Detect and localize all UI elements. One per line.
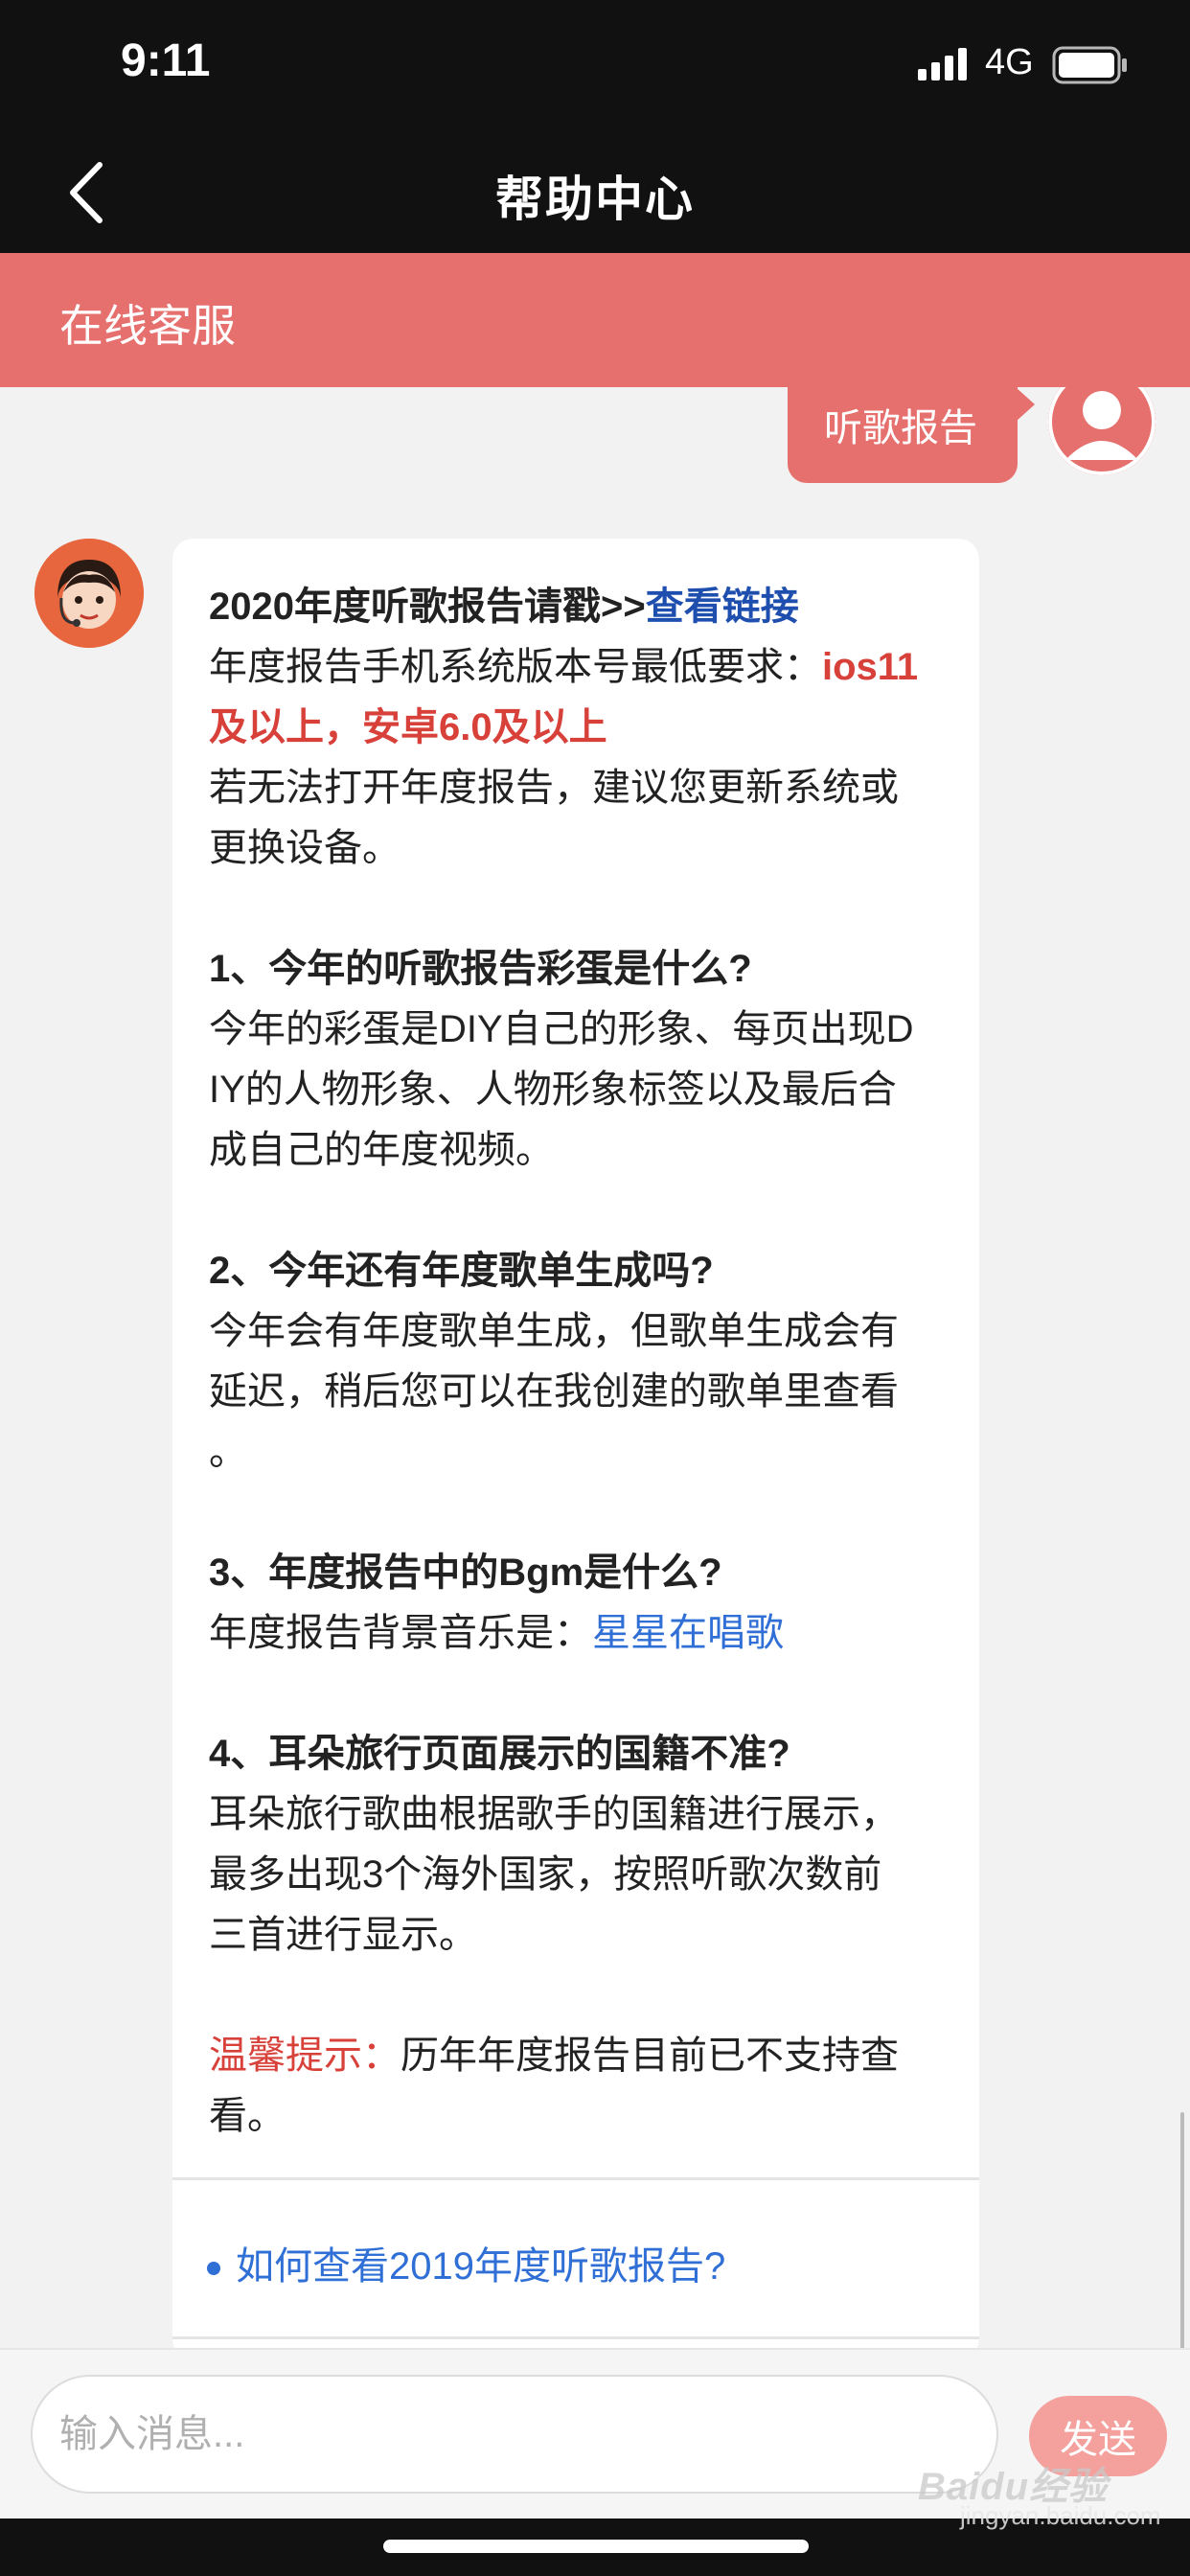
requirement-text: 年度报告手机系统版本号最低要求： [209, 646, 822, 688]
tip-label: 温馨提示： [209, 2035, 400, 2077]
service-header: 在线客服 [0, 253, 1190, 387]
message-input[interactable] [31, 2375, 998, 2494]
service-message-bubble: 2020年度听歌报告请戳>>查看链接 年度报告手机系统版本号最低要求：ios11… [172, 539, 979, 2348]
bullet-icon [207, 2262, 220, 2276]
divider [172, 2177, 979, 2180]
update-advice-line: 更换设备。 [209, 827, 400, 869]
faq-question-2: 2、今年还有年度歌单生成吗? [209, 1250, 714, 1292]
faq-question-4: 4、耳朵旅行页面展示的国籍不准? [209, 1733, 790, 1775]
related-question-link[interactable]: 如何查看2019年度听歌报告? [207, 2235, 725, 2290]
faq-answer-line: 耳朵旅行歌曲根据歌手的国籍进行展示， [209, 1793, 899, 1835]
faq-answer-line: 今年的彩蛋是DIY自己的形象、每页出现D [209, 1008, 914, 1050]
faq-answer-line: 最多出现3个海外国家，按照听歌次数前 [209, 1853, 882, 1896]
service-agent-avatar-icon [34, 539, 144, 648]
faq-answer-line: 延迟，稍后您可以在我创建的歌单里查看 [209, 1370, 899, 1413]
report-intro-text: 2020年度听歌报告请戳>> [209, 586, 646, 628]
faq-answer-line: 三首进行显示。 [209, 1914, 477, 1956]
service-title: 在线客服 [59, 301, 236, 351]
related-question-text: 如何查看2019年度听歌报告? [236, 2245, 726, 2288]
view-link[interactable]: 查看链接 [646, 586, 799, 628]
update-advice-line: 若无法打开年度报告，建议您更新系统或 [209, 767, 899, 809]
divider [172, 2336, 979, 2339]
faq-question-1: 1、今年的听歌报告彩蛋是什么? [209, 948, 752, 990]
service-message-content: 2020年度听歌报告请戳>>查看链接 年度报告手机系统版本号最低要求：ios11… [209, 577, 966, 2147]
faq-answer-line: 成自己的年度视频。 [209, 1129, 554, 1171]
tip-text: 看。 [209, 2095, 286, 2137]
network-label: 4G [985, 42, 1034, 82]
faq-answer-line: 。 [209, 1431, 247, 1473]
android-requirement-text: 及以上，安卓6.0及以上 [209, 706, 607, 748]
faq-answer-line: IY的人物形象、人物形象标签以及最后合 [209, 1069, 897, 1111]
battery-icon [1052, 46, 1127, 84]
home-indicator[interactable] [383, 2540, 809, 2553]
bgm-song-link[interactable]: 星星在唱歌 [592, 1612, 784, 1654]
watermark-text: jingyan.baidu.com [960, 2501, 1161, 2530]
ios-requirement-text: ios11 [822, 646, 919, 688]
user-avatar-icon [1048, 387, 1156, 475]
page-title: 帮助中心 [495, 172, 695, 226]
user-message-bubble: 听歌报告 [788, 387, 1035, 483]
scrollbar[interactable] [1180, 2112, 1184, 2348]
faq-answer-line: 年度报告背景音乐是： [209, 1612, 592, 1654]
faq-answer-line: 今年会有年度歌单生成，但歌单生成会有 [209, 1310, 899, 1352]
signal-icon [918, 48, 967, 80]
nav-bar: 帮助中心 [0, 132, 1190, 253]
bubble-tail [1016, 387, 1035, 422]
faq-question-3: 3、年度报告中的Bgm是什么? [209, 1552, 722, 1594]
user-message-text: 听歌报告 [824, 407, 977, 449]
chat-area[interactable]: 听歌报告 2020年度听歌报告请戳>>查看链接 年度报告手机系统版本号最低要求：… [0, 387, 1190, 2348]
status-time: 9:11 [121, 35, 211, 86]
tip-text: 历年年度报告目前已不支持查 [400, 2035, 899, 2077]
status-bar: 9:11 4G [0, 0, 1190, 132]
